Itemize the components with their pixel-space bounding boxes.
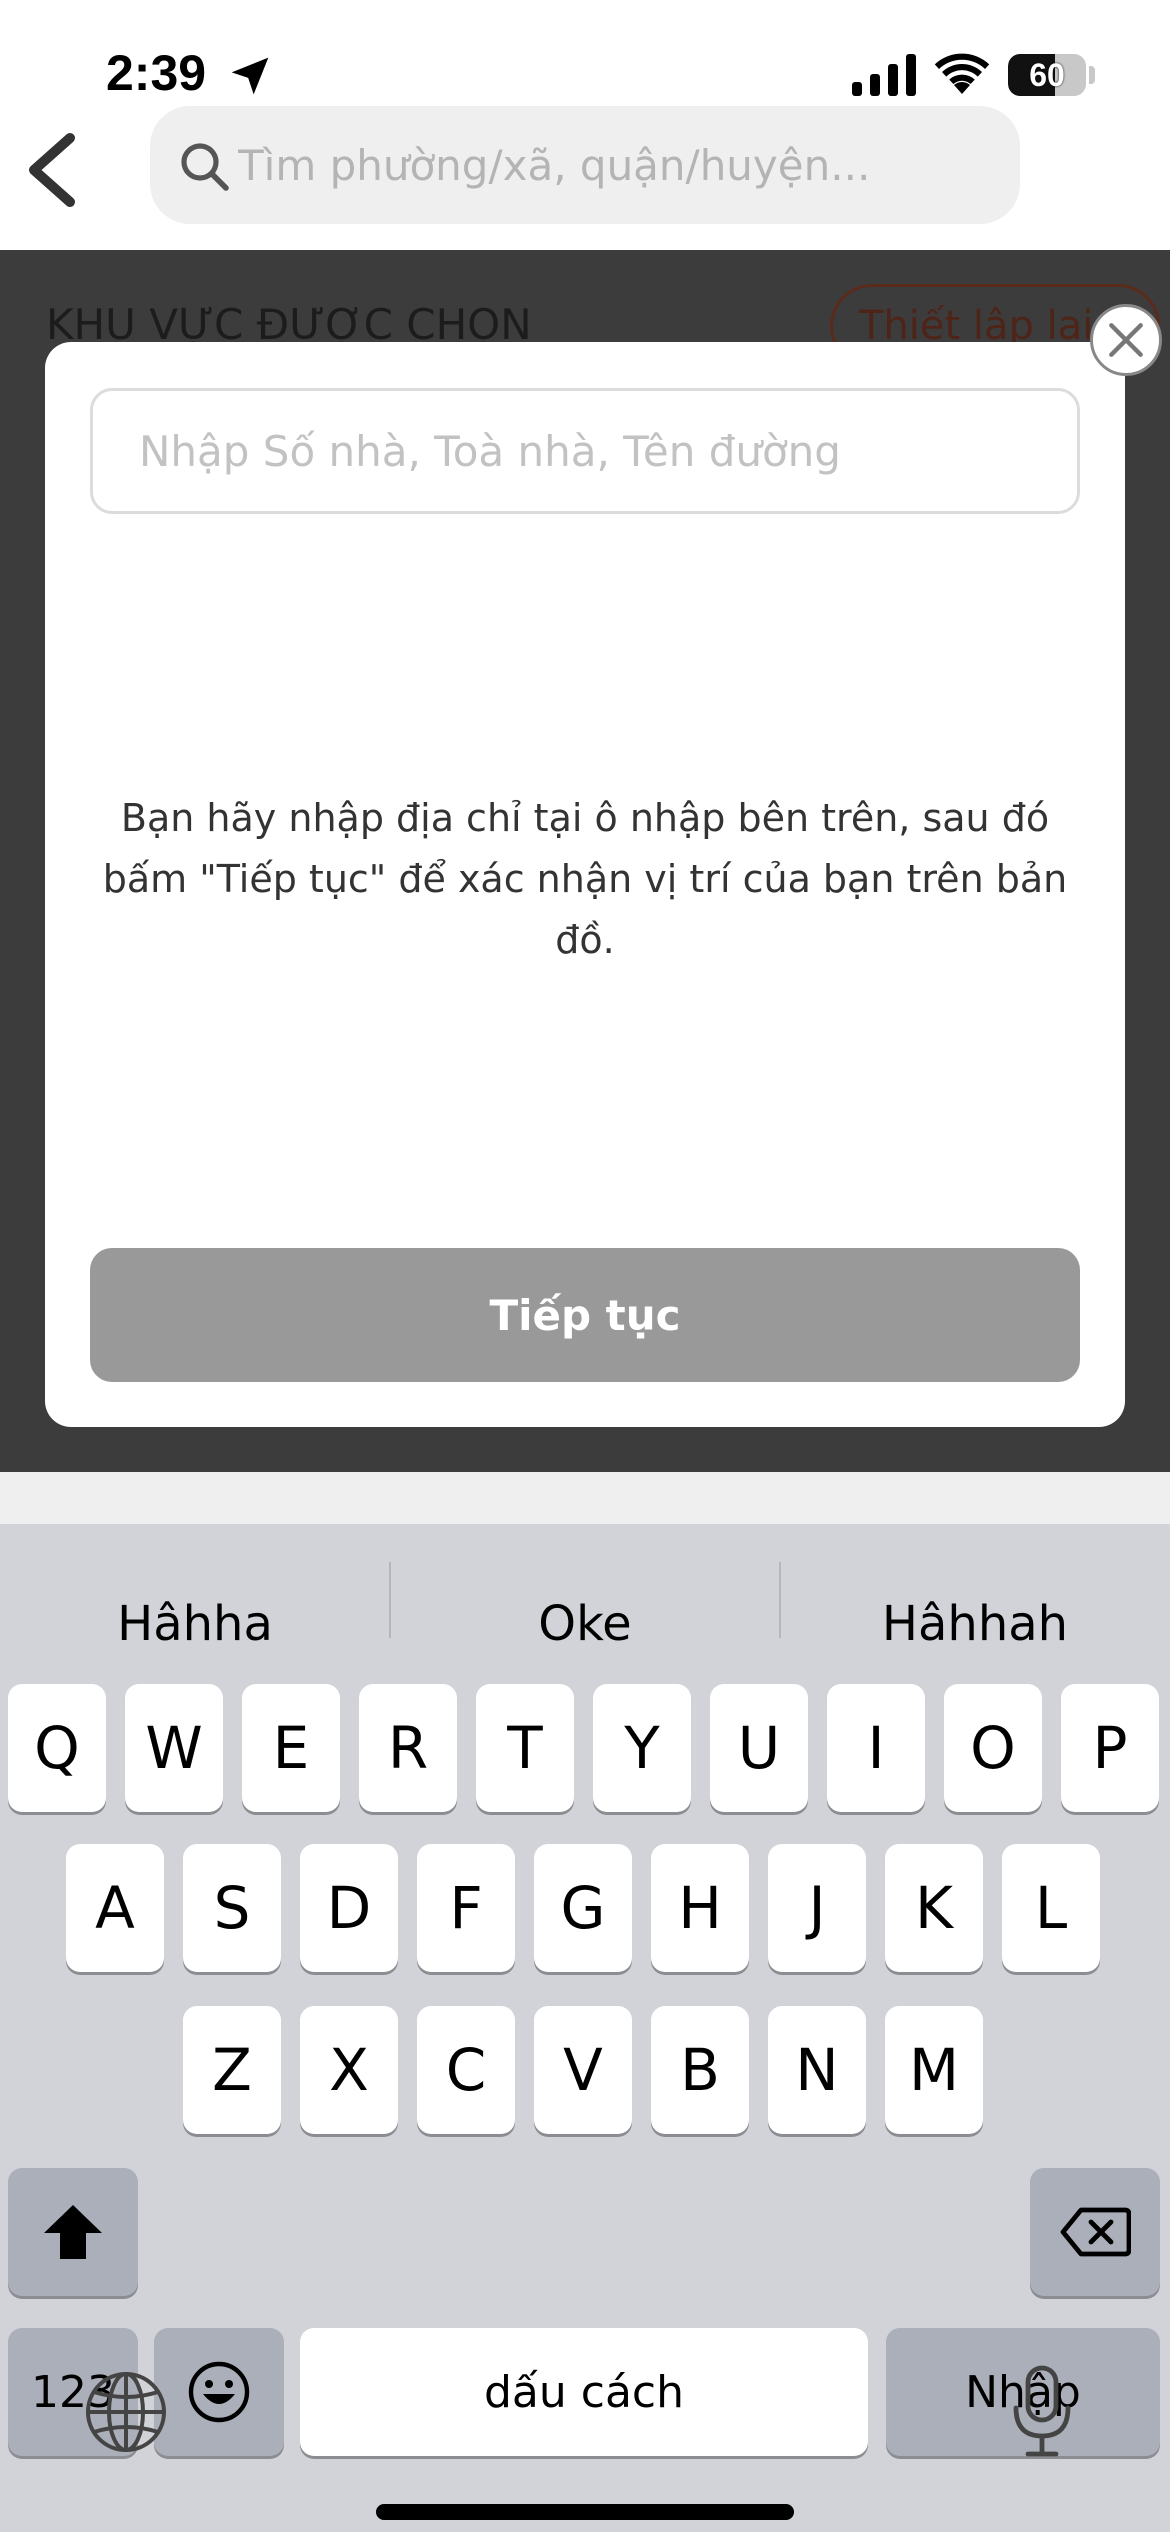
key-u[interactable]: U bbox=[710, 1684, 808, 1812]
suggestion-1[interactable]: Hâhha bbox=[0, 1564, 390, 1684]
status-time: 2:39 bbox=[106, 45, 207, 101]
search-bar[interactable] bbox=[150, 106, 1020, 224]
key-d[interactable]: D bbox=[300, 1844, 398, 1972]
key-i[interactable]: I bbox=[827, 1684, 925, 1812]
key-e[interactable]: E bbox=[242, 1684, 340, 1812]
microphone-icon[interactable] bbox=[1010, 2364, 1074, 2460]
backspace-key[interactable] bbox=[1030, 2168, 1160, 2296]
key-s[interactable]: S bbox=[183, 1844, 281, 1972]
suggestion-2[interactable]: Oke bbox=[390, 1564, 780, 1684]
key-g[interactable]: G bbox=[534, 1844, 632, 1972]
globe-icon[interactable] bbox=[84, 2370, 168, 2454]
emoji-icon bbox=[188, 2361, 250, 2423]
key-w[interactable]: W bbox=[125, 1684, 223, 1812]
backspace-icon bbox=[1060, 2207, 1131, 2257]
search-input[interactable] bbox=[238, 128, 998, 202]
key-k[interactable]: K bbox=[885, 1844, 983, 1972]
key-z[interactable]: Z bbox=[183, 2006, 281, 2134]
battery-level: 60 bbox=[1029, 56, 1065, 93]
shift-icon bbox=[44, 2205, 102, 2259]
shift-key[interactable] bbox=[8, 2168, 138, 2296]
emoji-key[interactable] bbox=[154, 2328, 284, 2456]
search-icon bbox=[181, 143, 229, 191]
key-f[interactable]: F bbox=[417, 1844, 515, 1972]
key-v[interactable]: V bbox=[534, 2006, 632, 2134]
address-input[interactable] bbox=[90, 388, 1080, 514]
wifi-icon bbox=[934, 53, 990, 94]
key-c[interactable]: C bbox=[417, 2006, 515, 2134]
keyboard: Hâhha Oke Hâhhah QWERTYUIOP ASDFGHJKL ZX… bbox=[0, 1524, 1170, 2532]
close-icon bbox=[1109, 323, 1143, 357]
cellular-signal-icon bbox=[852, 54, 916, 96]
key-m[interactable]: M bbox=[885, 2006, 983, 2134]
battery-indicator: 60 bbox=[1008, 54, 1086, 96]
location-arrow-icon bbox=[231, 57, 269, 95]
key-b[interactable]: B bbox=[651, 2006, 749, 2134]
continue-button[interactable]: Tiếp tục bbox=[90, 1248, 1080, 1382]
key-r[interactable]: R bbox=[359, 1684, 457, 1812]
key-p[interactable]: P bbox=[1061, 1684, 1159, 1812]
close-button[interactable] bbox=[1090, 304, 1162, 376]
battery-tip bbox=[1089, 66, 1095, 84]
key-x[interactable]: X bbox=[300, 2006, 398, 2134]
key-n[interactable]: N bbox=[768, 2006, 866, 2134]
key-l[interactable]: L bbox=[1002, 1844, 1100, 1972]
chevron-left-icon bbox=[29, 133, 75, 207]
back-button[interactable] bbox=[18, 130, 88, 210]
key-h[interactable]: H bbox=[651, 1844, 749, 1972]
key-j[interactable]: J bbox=[768, 1844, 866, 1972]
instruction-text: Bạn hãy nhập địa chỉ tại ô nhập bên trên… bbox=[102, 796, 1068, 962]
space-key[interactable]: dấu cách bbox=[300, 2328, 868, 2456]
key-q[interactable]: Q bbox=[8, 1684, 106, 1812]
key-t[interactable]: T bbox=[476, 1684, 574, 1812]
key-a[interactable]: A bbox=[66, 1844, 164, 1972]
suggestion-3[interactable]: Hâhhah bbox=[780, 1564, 1170, 1684]
key-y[interactable]: Y bbox=[593, 1684, 691, 1812]
key-o[interactable]: O bbox=[944, 1684, 1042, 1812]
home-indicator bbox=[376, 2504, 794, 2520]
address-modal: Bạn hãy nhập địa chỉ tại ô nhập bên trên… bbox=[45, 342, 1125, 1427]
keyboard-gap bbox=[0, 1472, 1170, 1524]
